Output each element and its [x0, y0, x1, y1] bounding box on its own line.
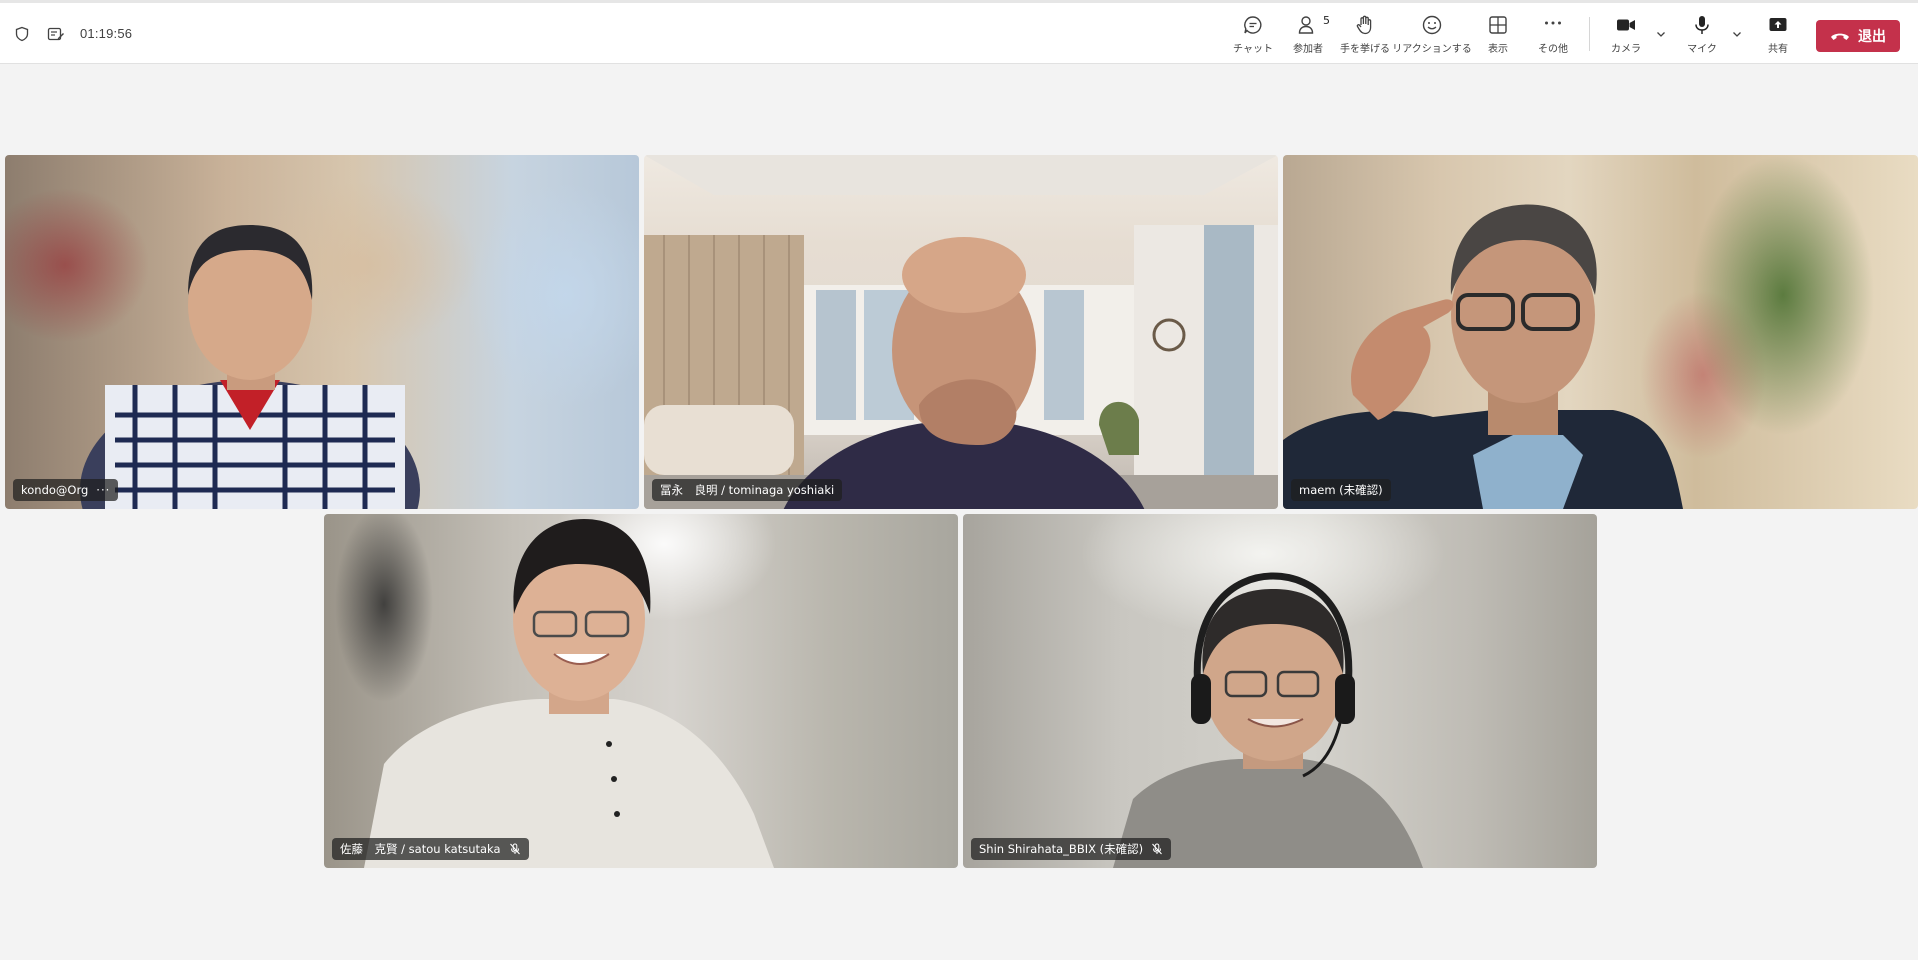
- microphone-icon: [1690, 13, 1714, 37]
- participant-name-tag: Shin Shirahata_BBIX (未確認): [971, 838, 1172, 860]
- mic-muted-icon: [509, 843, 521, 855]
- smiley-icon: [1420, 13, 1444, 37]
- room-background-scene: [644, 155, 1278, 509]
- mic-button[interactable]: マイク: [1687, 13, 1717, 57]
- share-button[interactable]: 共有: [1764, 13, 1792, 57]
- participant-silhouette: [1113, 572, 1423, 868]
- chat-button[interactable]: チャット: [1233, 13, 1273, 57]
- more-icon: [1541, 13, 1565, 37]
- mic-muted-icon: [1151, 843, 1163, 855]
- share-screen-icon: [1766, 13, 1790, 37]
- react-button[interactable]: リアクションする: [1392, 13, 1472, 57]
- meeting-info: 01:19:56: [12, 3, 132, 64]
- video-camera-icon: [1614, 13, 1638, 37]
- toolbar-divider: [1589, 17, 1590, 51]
- participants-button[interactable]: 5 参加者: [1290, 13, 1330, 57]
- shield-icon[interactable]: [12, 24, 32, 44]
- participant-silhouette: [1283, 204, 1683, 509]
- participant-silhouette: [364, 519, 774, 868]
- meeting-top-bar: 01:19:56 チャット 5 参加者 手を挙げる リアクションする 表示 その…: [0, 0, 1918, 64]
- camera-options-chevron-icon[interactable]: [1654, 27, 1668, 41]
- video-tile[interactable]: 冨永 良明 / tominaga yoshiaki: [644, 155, 1278, 509]
- view-button[interactable]: 表示: [1484, 13, 1512, 57]
- participant-name-tag: 佐藤 克賢 / satou katsutaka: [332, 838, 529, 860]
- raise-hand-button[interactable]: 手を挙げる: [1340, 13, 1390, 57]
- notes-icon[interactable]: [46, 24, 66, 44]
- chat-icon: [1241, 13, 1265, 37]
- video-tile[interactable]: Shin Shirahata_BBIX (未確認): [963, 514, 1597, 868]
- meeting-timer: 01:19:56: [80, 26, 133, 41]
- phone-hangup-icon: [1830, 30, 1850, 42]
- more-options-icon[interactable]: ···: [96, 483, 110, 497]
- people-icon: 5: [1296, 13, 1330, 37]
- hand-icon: [1353, 13, 1377, 37]
- camera-button[interactable]: カメラ: [1611, 13, 1641, 57]
- video-tile[interactable]: maem (未確認): [1283, 155, 1918, 509]
- mic-options-chevron-icon[interactable]: [1730, 27, 1744, 41]
- video-tile[interactable]: 佐藤 克賢 / satou katsutaka: [324, 514, 958, 868]
- leave-button[interactable]: 退出: [1816, 20, 1900, 52]
- participants-count: 5: [1323, 14, 1330, 27]
- participant-name-tag: kondo@Org ···: [13, 479, 119, 501]
- video-tile[interactable]: kondo@Org ···: [5, 155, 639, 509]
- grid-view-icon: [1486, 13, 1510, 37]
- more-button[interactable]: その他: [1537, 13, 1569, 57]
- participant-name-tag: 冨永 良明 / tominaga yoshiaki: [652, 479, 843, 501]
- participant-name-tag: maem (未確認): [1291, 479, 1391, 501]
- participant-silhouette: [80, 225, 420, 509]
